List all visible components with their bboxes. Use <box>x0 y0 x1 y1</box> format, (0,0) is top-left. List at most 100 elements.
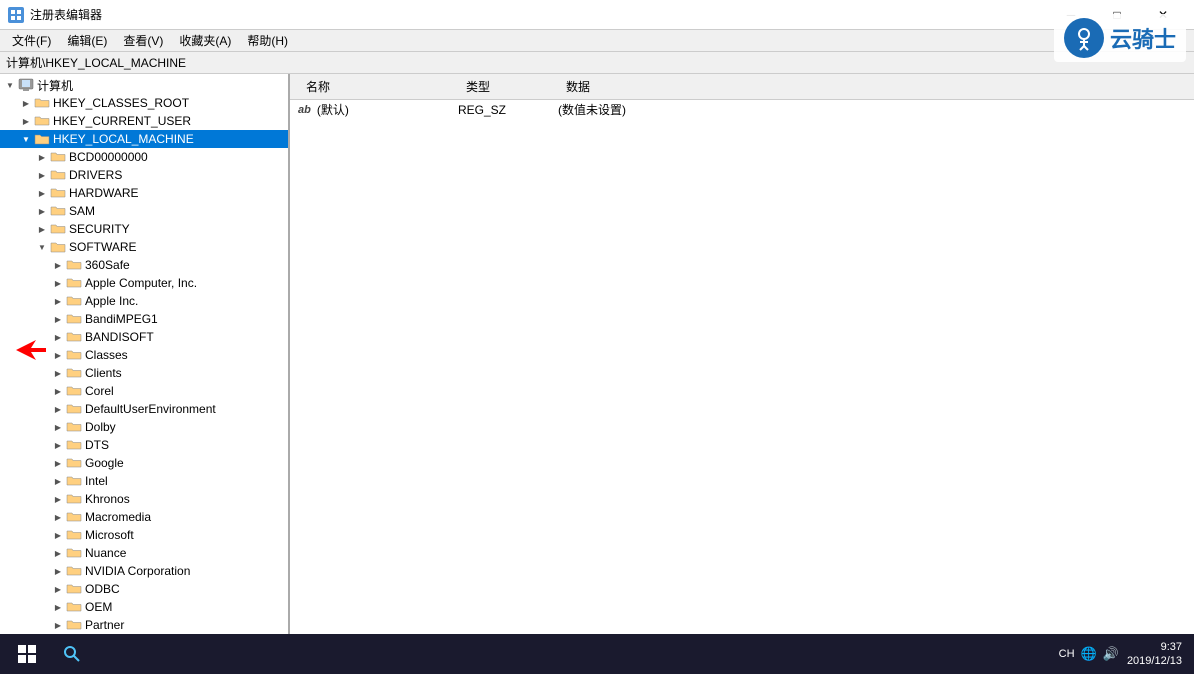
tree-label-software: SOFTWARE <box>69 240 137 254</box>
tree-item-microsoft[interactable]: ▶Microsoft <box>0 526 288 544</box>
tree-label-hkey_current_user: HKEY_CURRENT_USER <box>53 114 191 128</box>
main-content: ▼计算机▶HKEY_CLASSES_ROOT▶HKEY_CURRENT_USER… <box>0 74 1194 634</box>
expand-btn-oem[interactable]: ▶ <box>50 599 66 615</box>
expand-btn-hkey_local_machine[interactable]: ▼ <box>18 131 34 147</box>
expand-btn-corel[interactable]: ▶ <box>50 383 66 399</box>
expand-btn-bandimpeg1[interactable]: ▶ <box>50 311 66 327</box>
expand-btn-drivers[interactable]: ▶ <box>34 167 50 183</box>
tree-item-dolby[interactable]: ▶Dolby <box>0 418 288 436</box>
tree-item-bcd00000000[interactable]: ▶BCD00000000 <box>0 148 288 166</box>
expand-btn-software[interactable]: ▼ <box>34 239 50 255</box>
menu-edit[interactable]: 编辑(E) <box>59 30 115 51</box>
expand-btn-bcd00000000[interactable]: ▶ <box>34 149 50 165</box>
col-type: 类型 <box>458 76 558 97</box>
tree-label-hkey_local_machine: HKEY_LOCAL_MACHINE <box>53 132 194 146</box>
expand-btn-dolby[interactable]: ▶ <box>50 419 66 435</box>
tree-item-defaultuserenvironment[interactable]: ▶DefaultUserEnvironment <box>0 400 288 418</box>
tree-item-intel[interactable]: ▶Intel <box>0 472 288 490</box>
tree-label-apple_computer: Apple Computer, Inc. <box>85 276 197 290</box>
expand-btn-macromedia[interactable]: ▶ <box>50 509 66 525</box>
folder-icon-oem <box>66 600 82 614</box>
tree-item-hardware[interactable]: ▶ HARDWARE <box>0 184 288 202</box>
expand-btn-google[interactable]: ▶ <box>50 455 66 471</box>
menu-favorites[interactable]: 收藏夹(A) <box>171 30 239 51</box>
tree-item-clients[interactable]: ▶Clients <box>0 364 288 382</box>
folder-icon-bandisoft <box>66 330 82 344</box>
tree-item-oem[interactable]: ▶OEM <box>0 598 288 616</box>
tree-item-nvidia_corporation[interactable]: ▶ NVIDIA Corporation <box>0 562 288 580</box>
col-data: 数据 <box>558 76 1186 97</box>
tree-item-computer[interactable]: ▼计算机 <box>0 76 288 94</box>
tree-item-hkey_local_machine[interactable]: ▼ HKEY_LOCAL_MACHINE <box>0 130 288 148</box>
expand-btn-hardware[interactable]: ▶ <box>34 185 50 201</box>
expand-btn-clients[interactable]: ▶ <box>50 365 66 381</box>
folder-icon-sam <box>50 204 66 218</box>
tree-item-software[interactable]: ▼ SOFTWARE <box>0 238 288 256</box>
expand-btn-apple_inc[interactable]: ▶ <box>50 293 66 309</box>
expand-btn-sam[interactable]: ▶ <box>34 203 50 219</box>
expand-btn-360safe[interactable]: ▶ <box>50 257 66 273</box>
tree-label-khronos: Khronos <box>85 492 130 506</box>
tree-item-corel[interactable]: ▶ Corel <box>0 382 288 400</box>
menu-view[interactable]: 查看(V) <box>115 30 171 51</box>
expand-btn-hkey_classes_root[interactable]: ▶ <box>18 95 34 111</box>
registry-tree[interactable]: ▼计算机▶HKEY_CLASSES_ROOT▶HKEY_CURRENT_USER… <box>0 74 290 634</box>
tree-label-hardware: HARDWARE <box>69 186 139 200</box>
expand-btn-odbc[interactable]: ▶ <box>50 581 66 597</box>
tree-item-hkey_current_user[interactable]: ▶ HKEY_CURRENT_USER <box>0 112 288 130</box>
taskbar-search-icon[interactable] <box>54 636 90 672</box>
detail-row[interactable]: ab(默认)REG_SZ(数值未设置) <box>290 100 1194 119</box>
expand-btn-dts[interactable]: ▶ <box>50 437 66 453</box>
expand-btn-nuance[interactable]: ▶ <box>50 545 66 561</box>
expand-btn-partner[interactable]: ▶ <box>50 617 66 633</box>
expand-btn-khronos[interactable]: ▶ <box>50 491 66 507</box>
tree-label-corel: Corel <box>85 384 114 398</box>
expand-btn-intel[interactable]: ▶ <box>50 473 66 489</box>
window-title: 注册表编辑器 <box>30 6 102 23</box>
expand-btn-defaultuserenvironment[interactable]: ▶ <box>50 401 66 417</box>
expand-btn-security[interactable]: ▶ <box>34 221 50 237</box>
tree-item-google[interactable]: ▶Google <box>0 454 288 472</box>
tree-item-classes[interactable]: ▶Classes <box>0 346 288 364</box>
start-button[interactable] <box>4 636 50 672</box>
tree-item-bandisoft[interactable]: ▶BANDISOFT <box>0 328 288 346</box>
tree-item-apple_inc[interactable]: ▶Apple Inc. <box>0 292 288 310</box>
menu-file[interactable]: 文件(F) <box>4 30 59 51</box>
tree-item-odbc[interactable]: ▶ODBC <box>0 580 288 598</box>
expand-btn-computer[interactable]: ▼ <box>2 77 18 93</box>
tree-item-partner[interactable]: ▶ Partner <box>0 616 288 634</box>
menu-help[interactable]: 帮助(H) <box>239 30 296 51</box>
folder-icon-defaultuserenvironment <box>66 402 82 416</box>
tree-item-nuance[interactable]: ▶Nuance <box>0 544 288 562</box>
folder-icon-apple_inc <box>66 294 82 308</box>
tree-item-macromedia[interactable]: ▶Macromedia <box>0 508 288 526</box>
expand-btn-classes[interactable]: ▶ <box>50 347 66 363</box>
expand-btn-microsoft[interactable]: ▶ <box>50 527 66 543</box>
tree-item-hkey_classes_root[interactable]: ▶ HKEY_CLASSES_ROOT <box>0 94 288 112</box>
expand-btn-apple_computer[interactable]: ▶ <box>50 275 66 291</box>
tree-label-hkey_classes_root: HKEY_CLASSES_ROOT <box>53 96 189 110</box>
folder-icon-security <box>50 222 66 236</box>
tree-label-drivers: DRIVERS <box>69 168 122 182</box>
folder-icon-macromedia <box>66 510 82 524</box>
logo-icon <box>1064 18 1104 58</box>
tree-item-360safe[interactable]: ▶360Safe <box>0 256 288 274</box>
expand-btn-hkey_current_user[interactable]: ▶ <box>18 113 34 129</box>
tree-item-security[interactable]: ▶SECURITY <box>0 220 288 238</box>
tree-label-partner: Partner <box>85 618 124 632</box>
tree-item-dts[interactable]: ▶DTS <box>0 436 288 454</box>
tree-item-bandimpeg1[interactable]: ▶BandiMPEG1 <box>0 310 288 328</box>
tree-item-sam[interactable]: ▶SAM <box>0 202 288 220</box>
folder-icon-intel <box>66 474 82 488</box>
expand-btn-nvidia_corporation[interactable]: ▶ <box>50 563 66 579</box>
tree-label-nvidia_corporation: NVIDIA Corporation <box>85 564 190 578</box>
address-text: 计算机\HKEY_LOCAL_MACHINE <box>6 54 186 71</box>
folder-icon-computer <box>18 78 34 92</box>
logo-text: 云骑士 <box>1110 22 1176 54</box>
tree-item-apple_computer[interactable]: ▶ Apple Computer, Inc. <box>0 274 288 292</box>
tree-item-khronos[interactable]: ▶ Khronos <box>0 490 288 508</box>
folder-icon-dolby <box>66 420 82 434</box>
tree-item-drivers[interactable]: ▶ DRIVERS <box>0 166 288 184</box>
expand-btn-bandisoft[interactable]: ▶ <box>50 329 66 345</box>
detail-cell-data: (数值未设置) <box>558 101 1186 118</box>
